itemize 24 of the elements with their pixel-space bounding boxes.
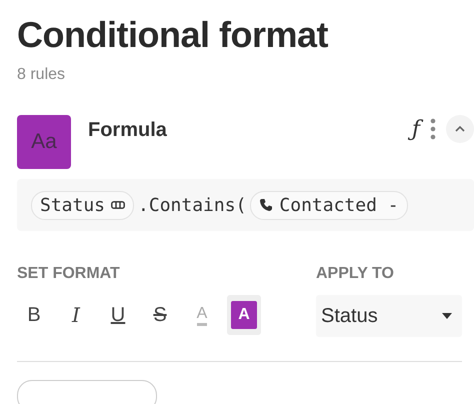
formula-token[interactable]: Contacted - [250, 190, 408, 220]
formula-text: .Contains( [138, 194, 246, 216]
section-label: APPLY TO [316, 265, 395, 283]
more-icon[interactable] [430, 118, 436, 140]
bold-button[interactable]: B [17, 295, 51, 335]
collapse-button[interactable] [446, 115, 474, 143]
token-label: Contacted - [279, 194, 399, 216]
underline-button[interactable]: U [101, 295, 135, 335]
token-label: Status [40, 194, 106, 216]
page-title: Conditional format [17, 14, 329, 56]
rule-type: Formula [88, 119, 168, 142]
chevron-icon [454, 125, 466, 133]
strike-button[interactable]: S [143, 295, 177, 335]
section-label: SET FORMAT [17, 265, 121, 283]
italic-button[interactable]: I [59, 295, 93, 335]
apply-to-select[interactable]: Status [316, 295, 462, 337]
formula-token[interactable]: Status [31, 190, 134, 220]
format-preview: Aa [17, 115, 71, 169]
rule-count: 8 rules [17, 66, 66, 84]
column-icon [111, 201, 126, 209]
dropdown-icon [442, 313, 452, 319]
phone-icon [259, 198, 274, 212]
formula-field[interactable]: Status .Contains( Contacted - [17, 179, 474, 231]
fill-color-button[interactable]: A [227, 295, 261, 335]
